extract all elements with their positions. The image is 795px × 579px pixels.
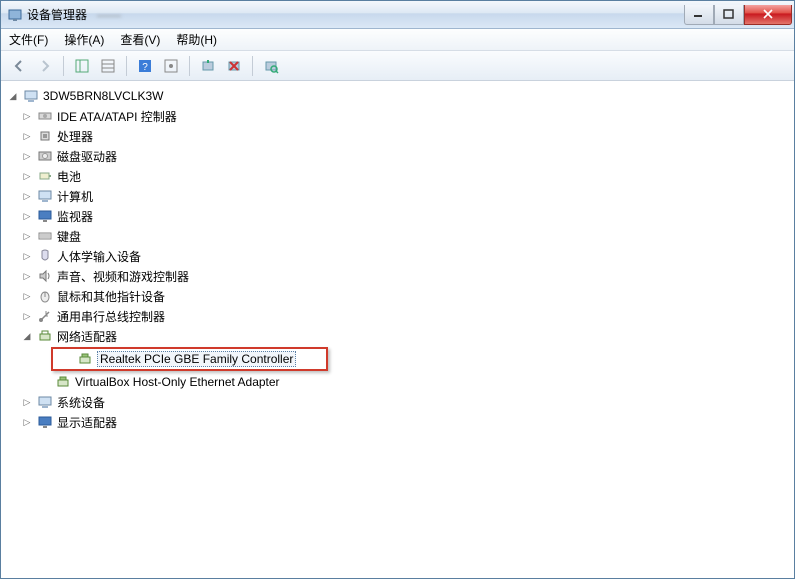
tree-node-hid[interactable]: ▷ 人体学输入设备 xyxy=(3,246,792,266)
menu-help[interactable]: 帮助(H) xyxy=(176,31,217,48)
mouse-icon xyxy=(37,288,53,304)
system-icon xyxy=(37,394,53,410)
tree-node-label: 网络适配器 xyxy=(57,328,117,345)
tree-node-cpu[interactable]: ▷ 处理器 xyxy=(3,126,792,146)
leaf-icon xyxy=(61,353,73,365)
toolbar-properties-button[interactable] xyxy=(159,54,183,78)
toolbar-help-button[interactable]: ? xyxy=(133,54,157,78)
expand-icon[interactable]: ▷ xyxy=(21,416,33,428)
menubar: 文件(F) 操作(A) 查看(V) 帮助(H) xyxy=(1,29,794,51)
expand-icon[interactable]: ▷ xyxy=(21,170,33,182)
tree-node-label: 鼠标和其他指针设备 xyxy=(57,288,165,305)
expand-icon[interactable]: ▷ xyxy=(21,210,33,222)
tree-node-usb[interactable]: ▷ 通用串行总线控制器 xyxy=(3,306,792,326)
expand-icon[interactable]: ▷ xyxy=(21,270,33,282)
toolbar-separator xyxy=(126,56,127,76)
tree-node-label: IDE ATA/ATAPI 控制器 xyxy=(57,108,177,125)
tree-node-label: 监视器 xyxy=(57,208,93,225)
cpu-icon xyxy=(37,128,53,144)
device-tree[interactable]: ◢ 3DW5BRN8LVCLK3W ▷ IDE ATA/ATAPI 控制器 ▷ 处理器… xyxy=(1,81,794,578)
tree-node-label: 人体学输入设备 xyxy=(57,248,141,265)
display-icon xyxy=(37,414,53,430)
tree-node-disk[interactable]: ▷ 磁盘驱动器 xyxy=(3,146,792,166)
expand-icon[interactable]: ▷ xyxy=(21,250,33,262)
menu-action[interactable]: 操作(A) xyxy=(64,31,104,48)
hid-icon xyxy=(37,248,53,264)
annotation-highlight: Realtek PCIe GBE Family Controller xyxy=(51,347,328,371)
menu-file[interactable]: 文件(F) xyxy=(9,31,48,48)
collapse-icon[interactable]: ◢ xyxy=(7,90,19,102)
toolbar-separator xyxy=(252,56,253,76)
toolbar-detail-button[interactable] xyxy=(96,54,120,78)
tree-node-label: 系统设备 xyxy=(57,394,105,411)
computer-icon xyxy=(23,88,39,104)
tree-root-label: 3DW5BRN8LVCLK3W xyxy=(43,89,163,103)
expand-icon[interactable]: ▷ xyxy=(21,190,33,202)
menu-view[interactable]: 查看(V) xyxy=(120,31,160,48)
toolbar-forward-button[interactable] xyxy=(33,54,57,78)
window-title-secondary: —— xyxy=(97,8,121,22)
tree-node-label: 处理器 xyxy=(57,128,93,145)
tree-node-label: 通用串行总线控制器 xyxy=(57,308,165,325)
toolbar-separator xyxy=(63,56,64,76)
expand-icon[interactable]: ▷ xyxy=(21,310,33,322)
monitor-icon xyxy=(37,208,53,224)
tree-node-label: 键盘 xyxy=(57,228,81,245)
tree-node-monitor[interactable]: ▷ 监视器 xyxy=(3,206,792,226)
toolbar-show-hide-tree-button[interactable] xyxy=(70,54,94,78)
keyboard-icon xyxy=(37,228,53,244)
close-button[interactable] xyxy=(744,5,792,25)
maximize-button[interactable] xyxy=(714,5,744,25)
tree-node-label: 电池 xyxy=(57,168,81,185)
tree-node-label: 声音、视频和游戏控制器 xyxy=(57,268,189,285)
toolbar-separator xyxy=(189,56,190,76)
tree-node-label: 磁盘驱动器 xyxy=(57,148,117,165)
computer-icon xyxy=(37,188,53,204)
battery-icon xyxy=(37,168,53,184)
network-icon xyxy=(37,328,53,344)
usb-icon xyxy=(37,308,53,324)
tree-node-label: VirtualBox Host-Only Ethernet Adapter xyxy=(75,375,280,389)
expand-icon[interactable]: ▷ xyxy=(21,150,33,162)
toolbar-scan-hardware-button[interactable] xyxy=(259,54,283,78)
toolbar-uninstall-button[interactable] xyxy=(222,54,246,78)
network-adapter-icon xyxy=(55,374,71,390)
device-manager-window: 设备管理器 —— 文件(F) 操作(A) 查看(V) 帮助(H) ? xyxy=(0,0,795,579)
app-icon xyxy=(7,7,23,23)
window-title: 设备管理器 xyxy=(27,6,87,23)
tree-node-realtek[interactable]: Realtek PCIe GBE Family Controller xyxy=(53,349,296,369)
tree-node-vbox[interactable]: VirtualBox Host-Only Ethernet Adapter xyxy=(3,372,792,392)
toolbar: ? xyxy=(1,51,794,81)
tree-node-keyboard[interactable]: ▷ 键盘 xyxy=(3,226,792,246)
sound-icon xyxy=(37,268,53,284)
tree-node-ide[interactable]: ▷ IDE ATA/ATAPI 控制器 xyxy=(3,106,792,126)
svg-text:?: ? xyxy=(142,62,148,73)
tree-node-label: 显示适配器 xyxy=(57,414,117,431)
expand-icon[interactable]: ▷ xyxy=(21,396,33,408)
minimize-button[interactable] xyxy=(684,5,714,25)
tree-node-computer[interactable]: ▷ 计算机 xyxy=(3,186,792,206)
tree-node-mouse[interactable]: ▷ 鼠标和其他指针设备 xyxy=(3,286,792,306)
tree-node-label: Realtek PCIe GBE Family Controller xyxy=(97,351,296,367)
expand-icon[interactable]: ▷ xyxy=(21,130,33,142)
tree-node-battery[interactable]: ▷ 电池 xyxy=(3,166,792,186)
tree-node-sound[interactable]: ▷ 声音、视频和游戏控制器 xyxy=(3,266,792,286)
titlebar: 设备管理器 —— xyxy=(1,1,794,29)
expand-icon[interactable]: ▷ xyxy=(21,230,33,242)
tree-node-display[interactable]: ▷ 显示适配器 xyxy=(3,412,792,432)
tree-node-label: 计算机 xyxy=(57,188,93,205)
disk-icon xyxy=(37,148,53,164)
toolbar-update-driver-button[interactable] xyxy=(196,54,220,78)
collapse-icon[interactable]: ◢ xyxy=(21,330,33,342)
window-controls xyxy=(684,5,792,25)
expand-icon[interactable]: ▷ xyxy=(21,290,33,302)
leaf-icon xyxy=(39,376,51,388)
ide-icon xyxy=(37,108,53,124)
tree-node-network[interactable]: ◢ 网络适配器 xyxy=(3,326,792,346)
expand-icon[interactable]: ▷ xyxy=(21,110,33,122)
network-adapter-icon xyxy=(77,351,93,367)
toolbar-back-button[interactable] xyxy=(7,54,31,78)
tree-root[interactable]: ◢ 3DW5BRN8LVCLK3W xyxy=(3,86,792,106)
tree-node-system[interactable]: ▷ 系统设备 xyxy=(3,392,792,412)
